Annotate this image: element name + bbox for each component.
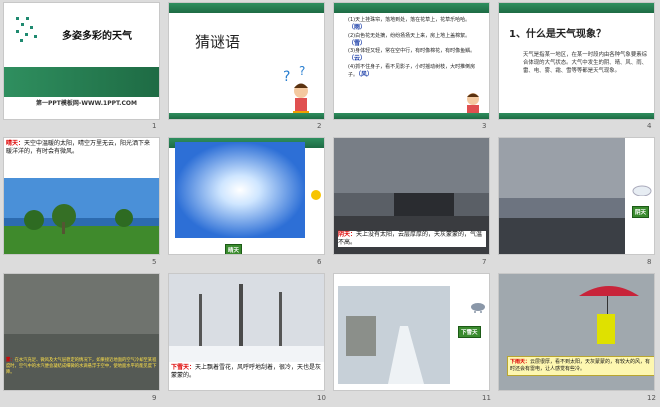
riddle-item: (1)天上挂珠帘，落地到处，落在花草上，花草乐哈哈。（雨） — [348, 17, 471, 32]
riddle-item: (3)身体轻又轻，常在空中行，有时像棉花，有时像鱼鳞。（云） — [348, 48, 476, 63]
slide-body-text: 天气是指某一地区，在某一时段内由各种气象要素综合体现的大气状态。大气中发生的阴、… — [523, 52, 647, 74]
slide-thumbnail-1[interactable]: 多姿多彩的天气 第一PPT模板网-WWW.1PPT.COM — [3, 2, 160, 120]
weather-description: 下雪天：天上飘着雪花，风呼呼地刮着，很冷，天也是灰蒙蒙的。 — [171, 364, 323, 380]
bright-sun-sky-photo — [175, 142, 305, 238]
weather-description: 晴天：天空中温暖的太阳，晴空万里无云，阳光洒下来暖洋洋的，有时会有微风。 — [6, 140, 156, 156]
slide-thumbnail-7[interactable]: 阴天：天上没有太阳，云层厚厚的，天灰蒙蒙的，气温不高。 — [333, 137, 490, 255]
slide-number: 7 — [482, 258, 487, 266]
cloud-icon — [632, 185, 652, 196]
weather-tag: 晴天 — [225, 244, 243, 254]
snowfall-road-photo — [338, 286, 450, 384]
slide-caption: 第一PPT模板网-WWW.1PPT.COM — [36, 100, 137, 107]
slide-number: 2 — [317, 122, 322, 130]
slide-thumbnail-5[interactable]: 晴天：天空中温暖的太阳，晴空万里无云，阳光洒下来暖洋洋的，有时会有微风。 — [3, 137, 160, 255]
slide-number: 5 — [152, 258, 157, 266]
weather-tag: 下雪天 — [458, 326, 481, 338]
slide-thumbnail-6[interactable]: 晴天 — [168, 137, 325, 255]
sun-icon — [311, 190, 321, 200]
slide-number: 12 — [647, 394, 656, 402]
green-band — [4, 67, 159, 97]
question-mark-girl-illustration: ? ? — [283, 64, 309, 115]
slide-number: 3 — [482, 122, 487, 130]
green-header-bar — [499, 3, 654, 13]
slide-thumbnail-12[interactable]: 下雨天：云层很厚，看不到太阳，天灰蒙蒙的，有较大的风，有时还会有雷电，让人感觉有… — [498, 273, 655, 391]
riddle-list: (1)天上挂珠帘，落地到处，落在花草上，花草乐哈哈。（雨） (2)白色花无处摘，… — [348, 17, 480, 79]
snowy-trees-photo — [169, 274, 324, 362]
slide-number: 9 — [152, 394, 157, 402]
weather-description: 阴天：天上没有太阳，云层厚厚的，天灰蒙蒙的，气温不高。 — [338, 231, 486, 247]
green-footer-bar — [334, 113, 489, 119]
weather-description: 雾：在水汽充足、微风及大气层稳定的情况下，如果接近地面的空气冷却至某程度时，空气… — [6, 358, 157, 375]
riddle-item: (4)抓不住身子，看不见影子，小时摇动树枝，大时推倒房子。（风） — [348, 63, 476, 79]
green-footer-bar — [499, 113, 654, 119]
slide-thumbnail-11[interactable]: 下雪天 — [333, 273, 490, 391]
weather-tag: 阴天 — [632, 206, 650, 218]
green-header-bar — [169, 3, 324, 13]
slide-thumbnail-8[interactable]: 阴天 — [498, 137, 655, 255]
slide-number: 1 — [152, 122, 157, 130]
weather-description: 下雨天：云层很厚，看不到太阳，天灰蒙蒙的，有较大的风，有时还会有雷电，让人感觉有… — [507, 356, 654, 376]
slide-number: 11 — [482, 394, 491, 402]
snow-cloud-icon — [471, 303, 485, 313]
slide-thumbnail-3[interactable]: (1)天上挂珠帘，落地到处，落在花草上，花草乐哈哈。（雨） (2)白色花无处摘，… — [333, 2, 490, 120]
slide-title: 猜谜语 — [195, 33, 241, 51]
slide-thumbnail-9[interactable]: 雾：在水汽充足、微风及大气层稳定的情况下，如果接近地面的空气冷却至某程度时，空气… — [3, 273, 160, 391]
slide-title: 1、什么是天气现象？ — [509, 29, 606, 40]
slide-number: 10 — [317, 394, 326, 402]
riddle-item: (2)白色花无处摘，纷纷扬扬天上来，房上地上盖棉絮。（雪） — [348, 32, 471, 47]
slide-thumbnail-2[interactable]: 猜谜语 ? ? — [168, 2, 325, 120]
slide-number: 6 — [317, 258, 322, 266]
slide-number: 4 — [647, 122, 652, 130]
slide-title: 多姿多彩的天气 — [62, 31, 132, 42]
overcast-city-photo — [499, 138, 625, 254]
slide-sorter-grid: 多姿多彩的天气 第一PPT模板网-WWW.1PPT.COM 1 猜谜语 ? ? … — [3, 2, 657, 405]
slide-number: 8 — [647, 258, 652, 266]
green-footer-bar — [169, 113, 324, 119]
svg-text:?: ? — [283, 69, 290, 85]
svg-text:?: ? — [299, 64, 305, 78]
slide-thumbnail-10[interactable]: 下雪天：天上飘着雪花，风呼呼地刮着，很冷，天也是灰蒙蒙的。 — [168, 273, 325, 391]
sunny-landscape-photo — [4, 178, 159, 254]
green-header-bar — [334, 3, 489, 13]
slide-thumbnail-4[interactable]: 1、什么是天气现象？ 天气是指某一地区，在某一时段内由各种气象要素综合体现的大气… — [498, 2, 655, 120]
